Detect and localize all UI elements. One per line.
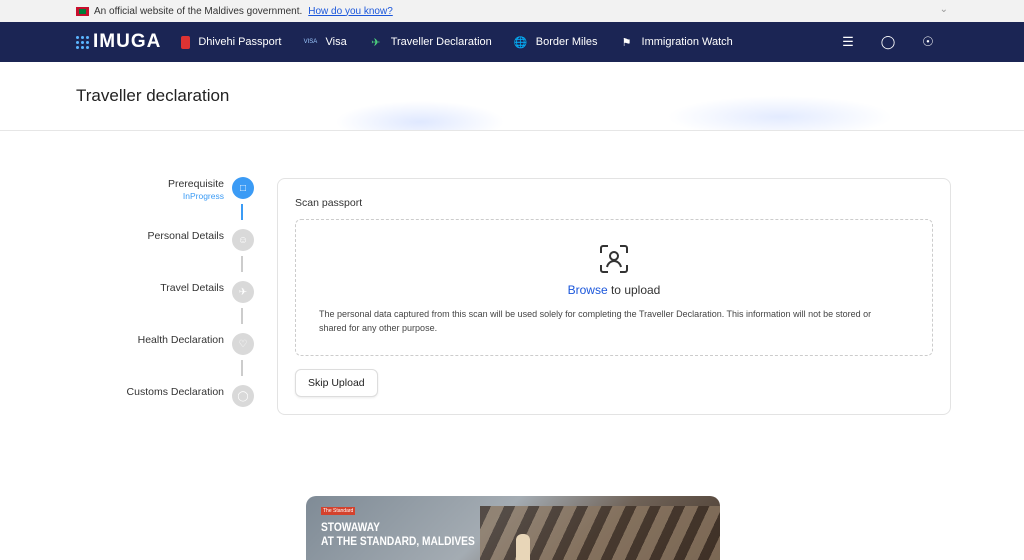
banner-title-line: AT THE STANDARD, MALDIVES xyxy=(321,534,475,548)
page-title: Traveller declaration xyxy=(76,86,230,105)
nav-label: Traveller Declaration xyxy=(390,36,492,48)
nav-traveller-declaration[interactable]: ✈ Traveller Declaration xyxy=(369,35,492,49)
chevron-down-icon[interactable]: ⌄ xyxy=(940,4,948,15)
card-title: Scan passport xyxy=(295,197,363,209)
privacy-notice: The personal data captured from this sca… xyxy=(319,309,872,333)
gov-notice: An official website of the Maldives gove… xyxy=(94,5,303,17)
logo-text: IMUGA xyxy=(93,31,162,52)
banner-title-line: STOWAWAY xyxy=(321,520,380,534)
upload-prompt: Browse to upload xyxy=(296,283,932,297)
banner-tag: The Standard xyxy=(321,507,356,515)
nav-label: Dhivehi Passport xyxy=(198,36,282,48)
upload-dropzone[interactable]: Browse to upload The personal data captu… xyxy=(295,219,933,356)
step-connector xyxy=(241,360,243,376)
plane-icon: ✈ xyxy=(371,36,381,49)
step-connector xyxy=(241,204,243,220)
nav-label: Visa xyxy=(325,36,347,48)
logo-dots-icon xyxy=(76,35,89,49)
step-label: Personal Details xyxy=(147,230,224,242)
skip-upload-button[interactable]: Skip Upload xyxy=(295,369,378,397)
step-connector xyxy=(241,308,243,324)
how-do-you-know-link[interactable]: How do you know? xyxy=(308,6,393,17)
document-icon: □ xyxy=(232,177,254,199)
step-status: InProgress xyxy=(182,191,224,201)
globe-icon: 🌐 xyxy=(513,36,528,49)
browse-link[interactable]: Browse xyxy=(568,283,608,297)
plane-icon: ✈ xyxy=(232,281,254,303)
scan-passport-card: Scan passport Browse to upload The perso… xyxy=(277,178,951,415)
maldives-flag-icon xyxy=(76,6,89,16)
nav-immigration-watch[interactable]: ⚑ Immigration Watch xyxy=(620,35,733,49)
upload-text: to upload xyxy=(607,283,661,297)
chat-icon[interactable]: ◯ xyxy=(880,34,896,50)
step-label: Travel Details xyxy=(160,282,224,294)
step-prerequisite[interactable]: Prerequisite InProgress □ xyxy=(168,177,254,201)
heart-icon: ♡ xyxy=(232,333,254,355)
scan-user-icon xyxy=(599,244,629,279)
step-connector xyxy=(241,256,243,272)
nav-dhivehi-passport[interactable]: Dhivehi Passport xyxy=(181,35,282,49)
step-personal-details[interactable]: Personal Details ☺ xyxy=(148,229,254,251)
step-label: Prerequisite xyxy=(167,178,224,190)
gov-banner: An official website of the Maldives gove… xyxy=(0,0,1024,22)
page-header: Traveller declaration xyxy=(0,62,1024,131)
promo-banner[interactable]: The Standard STOWAWAY AT THE STANDARD, M… xyxy=(306,496,720,560)
user-icon: ☺ xyxy=(232,229,254,251)
top-nav: IMUGA Dhivehi Passport VISA Visa ✈ Trave… xyxy=(0,22,1024,62)
language-icon[interactable]: ☉ xyxy=(920,34,936,50)
imuga-logo[interactable]: IMUGA xyxy=(76,31,161,53)
passport-icon xyxy=(181,35,191,49)
banner-title: STOWAWAY AT THE STANDARD, MALDIVES xyxy=(321,520,475,548)
step-customs-declaration[interactable]: Customs Declaration ◯ xyxy=(127,385,254,407)
shield-icon: ◯ xyxy=(232,385,254,407)
step-label: Customs Declaration xyxy=(126,386,224,398)
step-travel-details[interactable]: Travel Details ✈ xyxy=(160,281,254,303)
main-content: Prerequisite InProgress □ Personal Detai… xyxy=(0,131,1024,431)
nav-label: Border Miles xyxy=(535,36,598,48)
menu-icon[interactable]: ☰ xyxy=(840,34,856,50)
nav-border-miles[interactable]: 🌐 Border Miles xyxy=(514,35,598,49)
flag-icon: ⚑ xyxy=(621,36,632,49)
step-health-declaration[interactable]: Health Declaration ♡ xyxy=(138,333,254,355)
visa-icon: VISA xyxy=(303,39,318,45)
step-label: Health Declaration xyxy=(137,334,224,346)
nav-label: Immigration Watch xyxy=(641,36,733,48)
nav-visa[interactable]: VISA Visa xyxy=(303,35,347,49)
banner-figure xyxy=(516,534,530,560)
